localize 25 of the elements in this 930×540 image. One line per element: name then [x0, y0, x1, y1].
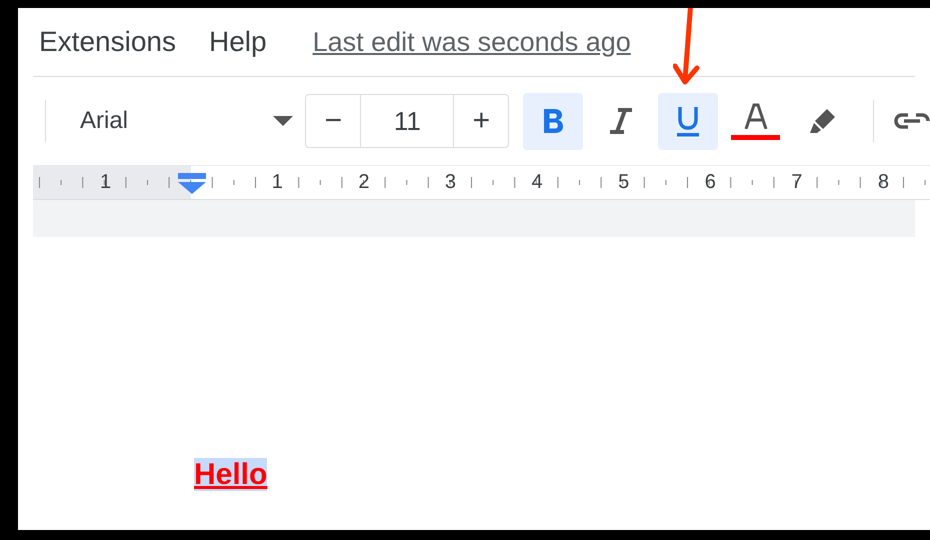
- last-edit-link[interactable]: Last edit was seconds ago: [312, 26, 631, 58]
- text-color-icon: [742, 102, 769, 128]
- font-size-field[interactable]: 11: [360, 95, 454, 147]
- font-dropdown[interactable]: Arial: [58, 107, 294, 135]
- ruler-number: 4: [532, 171, 543, 194]
- ruler-number: 7: [791, 171, 802, 194]
- ruler-number: 1: [100, 171, 112, 194]
- decrease-size-button[interactable]: −: [306, 95, 360, 147]
- ruler-number: 6: [704, 171, 716, 194]
- document-text: Hello: [194, 458, 268, 491]
- bold-button[interactable]: [523, 92, 583, 150]
- link-icon[interactable]: [894, 111, 930, 131]
- menu-item[interactable]: Extensions: [39, 26, 176, 58]
- underline-icon: [675, 104, 702, 138]
- indent-marker[interactable]: [178, 171, 206, 195]
- ruler-number: 8: [878, 171, 890, 194]
- underline-button[interactable]: [658, 92, 718, 150]
- increase-size-button[interactable]: +: [454, 95, 508, 147]
- ruler-number: 3: [444, 171, 456, 194]
- ruler-number: 1: [272, 171, 283, 194]
- caret-icon: [273, 116, 294, 126]
- menu-item[interactable]: Help: [208, 26, 267, 58]
- ruler-number: 2: [358, 171, 370, 194]
- ruler-number: 5: [618, 171, 630, 194]
- italic-icon: [608, 106, 634, 136]
